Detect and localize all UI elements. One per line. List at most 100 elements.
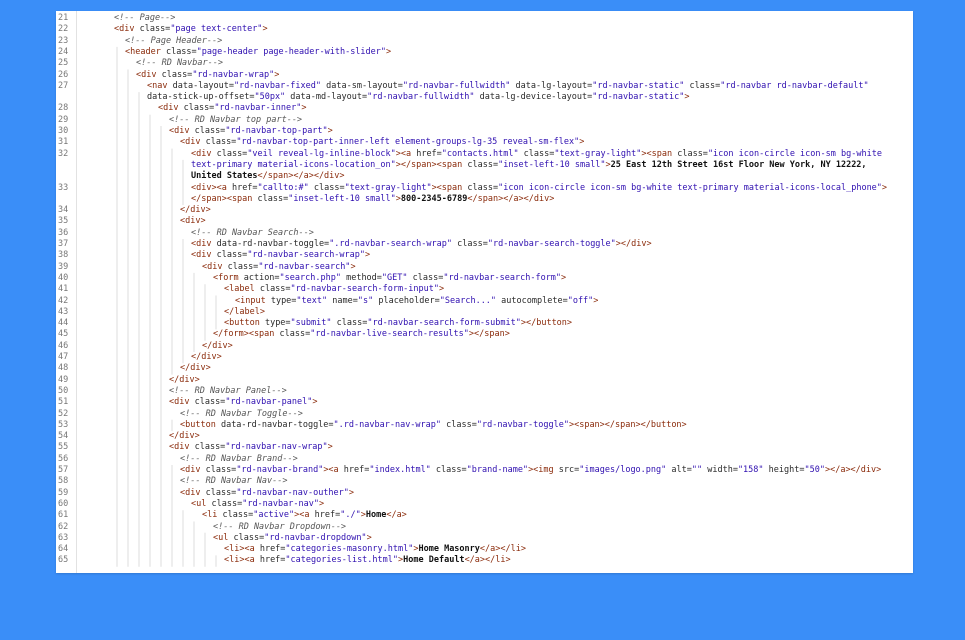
code-line[interactable]: <div class="page text-center">	[114, 24, 909, 35]
code-line[interactable]: <li><a href="categories-list.html">Home …	[224, 555, 909, 566]
code-token: class=	[430, 465, 467, 475]
code-editor[interactable]: 21 <!-- Page--> 22 <div class="page text-ce…	[56, 11, 913, 573]
line-number: 30	[58, 126, 69, 136]
code-line[interactable]: </div>	[180, 205, 909, 216]
code-line[interactable]: </div>	[180, 363, 909, 374]
code-token: </span></a></div>	[257, 171, 345, 182]
code-line[interactable]: </div>	[191, 352, 909, 363]
code-line[interactable]: <button data-rd-navbar-toggle=".rd-navba…	[180, 420, 909, 431]
code-token: <div	[136, 69, 162, 80]
code-line[interactable]: <div class="rd-navbar-nav-outher">	[180, 488, 909, 499]
line-number: 31	[58, 137, 69, 148]
code-token: >	[561, 272, 567, 283]
code-line[interactable]: <!-- RD Navbar-->	[136, 58, 909, 69]
line-number: 64	[58, 544, 69, 555]
code-token: 800-2345-6789	[400, 193, 468, 204]
code-line[interactable]: <button type="submit" class="rd-navbar-s…	[224, 318, 909, 329]
code-line[interactable]: <div class="rd-navbar-panel">	[169, 397, 909, 408]
code-token: <div	[169, 126, 195, 136]
code-line[interactable]: <div data-rd-navbar-toggle=".rd-navbar-s…	[191, 239, 909, 250]
code-line[interactable]: <!-- Page-->	[114, 13, 909, 24]
code-token: "rd-navbar-fixed"	[234, 80, 322, 91]
code-line[interactable]: </div>	[169, 375, 909, 386]
code-token: data-rd-navbar-toggle=	[216, 239, 330, 249]
code-line[interactable]: United States</span></a></div>	[191, 171, 909, 182]
code-token: "callto:#"	[257, 182, 309, 193]
code-line[interactable]: text-primary material-icons-location_on"…	[191, 160, 909, 171]
line-number: 49	[58, 374, 69, 385]
line-number: 38	[58, 250, 69, 261]
code-line[interactable]: <!-- RD Navbar Search-->	[191, 228, 909, 239]
code-line[interactable]: <div class="rd-navbar-wrap">	[136, 70, 909, 81]
code-line[interactable]: <!-- RD Navbar Dropdown-->	[213, 522, 909, 533]
code-token: <div	[114, 24, 140, 35]
code-token: "Search..."	[439, 295, 497, 306]
code-token: "rd-navbar-live-search-results"	[310, 329, 469, 340]
code-token: class=	[216, 148, 248, 159]
line-number: 29	[58, 114, 69, 125]
code-token: "rd-navbar-search-wrap"	[247, 250, 366, 261]
code-token: class=	[684, 80, 721, 91]
code-token: </a></li>	[464, 555, 511, 566]
code-line[interactable]: <!-- RD Navbar Panel-->	[169, 386, 909, 397]
code-token: class=	[222, 510, 254, 521]
code-token: >	[438, 284, 445, 295]
code-line[interactable]: <ul class="rd-navbar-nav">	[191, 499, 909, 510]
code-line[interactable]: <div class="veil reveal-lg-inline-block"…	[191, 149, 909, 160]
code-token: "rd-navbar-dropdown"	[264, 532, 367, 543]
line-number: 25	[58, 58, 69, 69]
code-token: >	[348, 487, 355, 498]
code-line[interactable]: <form action="search.php" method="GET" c…	[213, 273, 909, 284]
code-token: data-stick-up-offset=	[147, 92, 255, 103]
code-token: autocomplete=	[496, 295, 568, 306]
code-token: "rd-navbar-panel"	[225, 397, 313, 408]
code-token: <label	[224, 284, 260, 295]
line-number: 46	[58, 340, 69, 351]
code-token: <div	[169, 442, 195, 453]
code-line[interactable]: <!-- Page Header-->	[125, 36, 909, 47]
code-line[interactable]: <!-- RD Navbar Toggle-->	[180, 409, 909, 420]
code-line[interactable]: <div class="rd-navbar-top-part-inner-lef…	[180, 137, 909, 148]
code-line[interactable]: </div>	[202, 341, 909, 352]
code-line[interactable]: <div><a href="callto:#" class="text-gray…	[191, 183, 909, 194]
code-line[interactable]: <nav data-layout="rd-navbar-fixed" data-…	[147, 81, 909, 92]
code-line[interactable]: <!-- RD Navbar top part-->	[169, 115, 909, 126]
code-token: "brand-name"	[466, 465, 529, 475]
code-line[interactable]: <li><a href="categories-masonry.html">Ho…	[224, 544, 909, 555]
code-line[interactable]: <header class="page-header page-header-w…	[125, 47, 909, 58]
code-token: >	[684, 92, 690, 103]
code-token: class=	[677, 148, 708, 159]
code-token: ></span><span	[395, 159, 468, 170]
code-line[interactable]: <div class="rd-navbar-nav-wrap">	[169, 442, 909, 453]
code-line[interactable]: <ul class="rd-navbar-dropdown">	[213, 533, 909, 544]
code-token: ><a	[395, 148, 417, 159]
code-token: <input	[235, 295, 271, 306]
code-token: "rd-navbar-static"	[592, 92, 685, 103]
line-number: 47	[58, 352, 69, 362]
code-line[interactable]: </span><span class="inset-left-10 small"…	[191, 194, 909, 205]
code-line[interactable]: <div class="rd-navbar-brand"><a href="in…	[180, 465, 909, 476]
code-line[interactable]: <label class="rd-navbar-search-form-inpu…	[224, 284, 909, 295]
code-line[interactable]: <div class="rd-navbar-top-part">	[169, 126, 909, 137]
code-token: <div	[191, 250, 217, 261]
code-line[interactable]: <div class="rd-navbar-search">	[202, 262, 909, 273]
code-token: 25 East 12th Street 16st Floor New York,…	[610, 159, 867, 170]
code-line[interactable]: </label>	[224, 307, 909, 318]
code-line[interactable]: </form><span class="rd-navbar-live-searc…	[213, 329, 909, 340]
line-number: 65	[58, 555, 69, 566]
code-token: type=	[270, 295, 297, 306]
code-token: "rd-navbar-search"	[258, 261, 351, 272]
code-line[interactable]: <li class="active"><a href="./">Home</a>	[202, 510, 909, 521]
code-line[interactable]: <div class="rd-navbar-inner">	[158, 103, 909, 114]
code-line[interactable]: data-stick-up-offset="50px" data-md-layo…	[147, 92, 909, 103]
code-line[interactable]: <div>	[180, 216, 909, 227]
code-line[interactable]: <input type="text" name="s" placeholder=…	[235, 296, 909, 307]
code-line[interactable]: </div>	[169, 431, 909, 442]
code-token: ><a	[294, 510, 315, 521]
line-number: 56	[58, 453, 69, 464]
code-line[interactable]: <!-- RD Navbar Brand-->	[180, 454, 909, 465]
code-token: "page text-center"	[170, 24, 263, 35]
code-line[interactable]: <!-- RD Navbar Nav-->	[180, 476, 909, 487]
line-number: 43	[58, 306, 69, 317]
code-line[interactable]: <div class="rd-navbar-search-wrap">	[191, 250, 909, 261]
